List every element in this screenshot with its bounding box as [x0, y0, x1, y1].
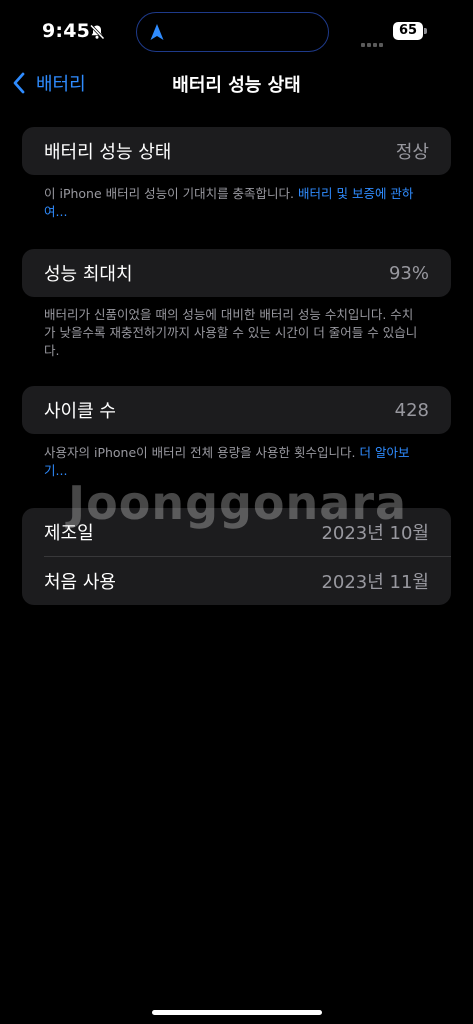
status-bar: 9:45 65 — [0, 0, 473, 64]
dates-card: 제조일 2023년 10월 처음 사용 2023년 11월 — [22, 508, 451, 605]
capacity-value: 93% — [388, 262, 429, 284]
capacity-footnote: 배터리가 신품이었을 때의 성능에 대비한 배터리 성능 수치입니다. 수치가 … — [44, 307, 418, 358]
page-title: 배터리 성능 상태 — [172, 75, 301, 96]
battery-level: 65 — [393, 22, 423, 40]
cycle-card: 사이클 수 428 — [22, 386, 451, 434]
health-footnote-text: 이 iPhone 배터리 성능이 기대치를 충족합니다. — [44, 186, 299, 201]
cycle-footnote-text: 사용자의 iPhone이 배터리 전체 용량을 사용한 횟수입니다. — [44, 445, 360, 460]
cycle-row: 사이클 수 428 — [22, 386, 451, 434]
health-label: 배터리 성능 상태 — [44, 142, 172, 163]
cycle-footnote: 사용자의 iPhone이 배터리 전체 용량을 사용한 횟수입니다. 더 알아보… — [44, 444, 424, 480]
health-card: 배터리 성능 상태 정상 — [22, 127, 451, 175]
dynamic-island — [136, 12, 329, 52]
health-footnote: 이 iPhone 배터리 성능이 기대치를 충족합니다. 배터리 및 보증에 관… — [44, 185, 424, 221]
first-use-label: 처음 사용 — [44, 572, 116, 593]
home-indicator[interactable] — [152, 1010, 322, 1015]
manufacture-label: 제조일 — [44, 523, 94, 544]
capacity-card: 성능 최대치 93% — [22, 249, 451, 297]
capacity-label: 성능 최대치 — [44, 264, 133, 285]
bell-slash-icon — [89, 24, 105, 40]
location-arrow-icon — [150, 24, 164, 40]
status-time: 9:45 — [42, 20, 91, 42]
first-use-value: 2023년 11월 — [321, 572, 429, 593]
battery-icon: 65 — [393, 22, 429, 42]
cycle-value: 428 — [394, 399, 429, 421]
capacity-row: 성능 최대치 93% — [22, 249, 451, 297]
manufacture-value: 2023년 10월 — [321, 523, 429, 544]
health-value: 정상 — [395, 142, 429, 163]
signal-icon — [361, 32, 385, 47]
cycle-label: 사이클 수 — [44, 401, 116, 422]
first-use-row: 처음 사용 2023년 11월 — [22, 557, 451, 605]
manufacture-row: 제조일 2023년 10월 — [22, 508, 451, 556]
health-row: 배터리 성능 상태 정상 — [22, 127, 451, 175]
